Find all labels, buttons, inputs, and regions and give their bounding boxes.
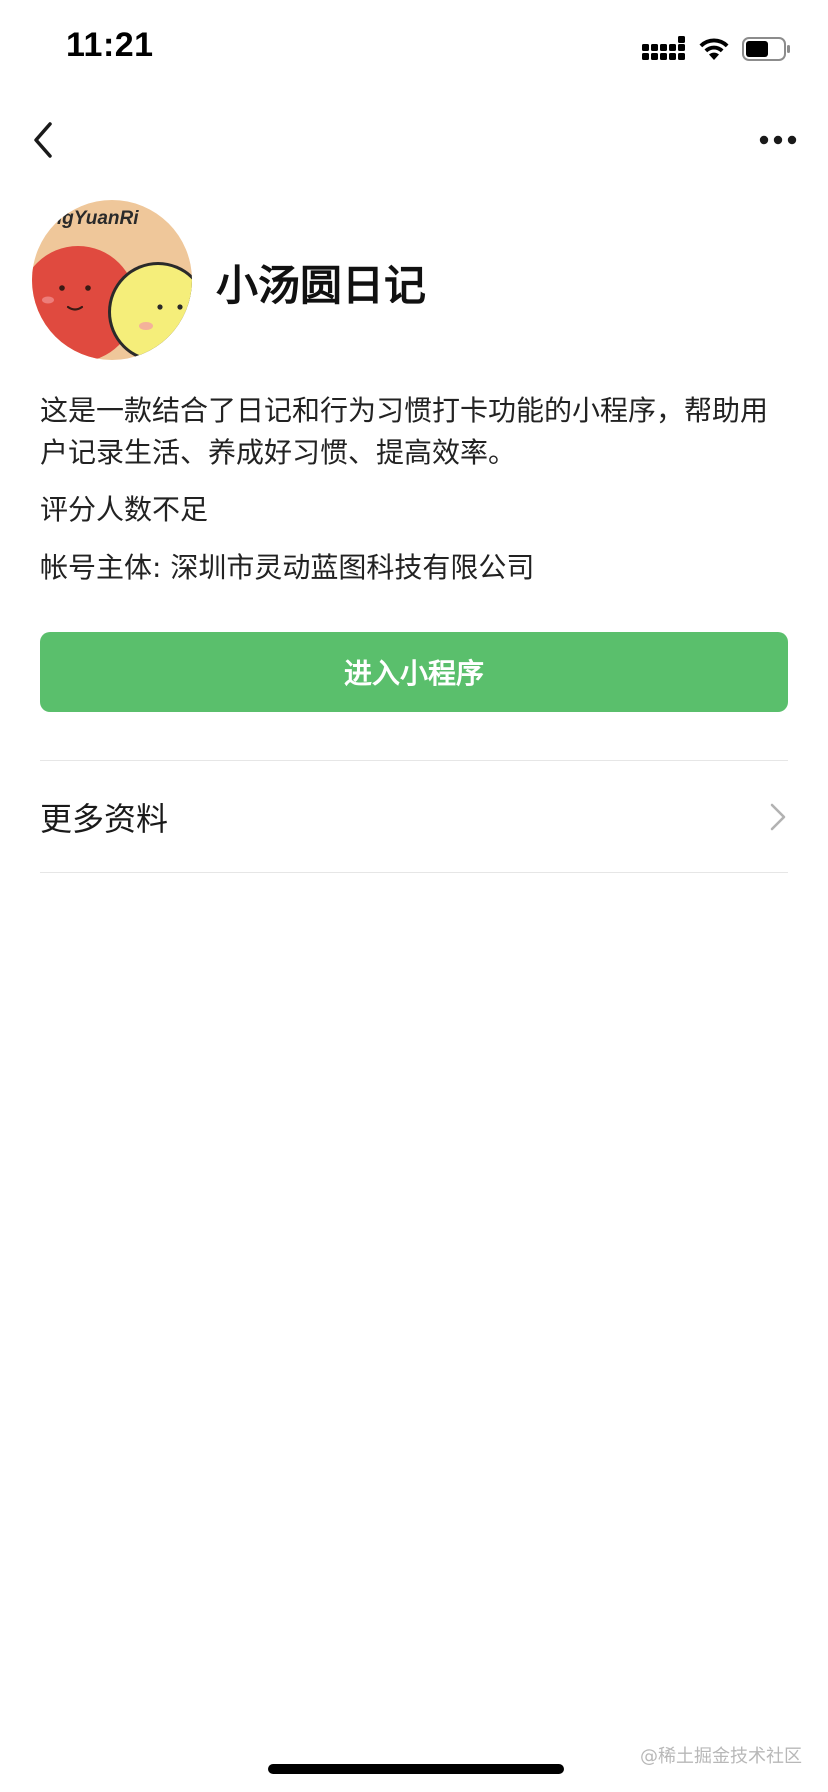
more-dots-icon: [759, 135, 797, 145]
more-options-button[interactable]: [758, 128, 798, 152]
enter-mini-program-button[interactable]: 进入小程序: [40, 632, 788, 712]
avatar-text: YangYuanRi: [32, 208, 139, 229]
account-subject: 帐号主体: 深圳市灵动蓝图科技有限公司: [40, 551, 535, 584]
divider: [40, 872, 788, 873]
navigation-bar: [0, 100, 828, 180]
chevron-left-icon: [34, 122, 52, 158]
home-indicator[interactable]: [268, 1764, 564, 1774]
more-info-row[interactable]: 更多资料: [40, 761, 788, 872]
app-name: 小汤圆日记: [216, 261, 427, 310]
status-icons: [642, 34, 792, 64]
mini-program-profile-screen: 11:21 YangYuanRi 小汤圆日记 这是一款结合了日记和行为习惯打卡功…: [0, 0, 828, 1792]
rating-status: 评分人数不足: [40, 493, 209, 526]
wifi-icon: [699, 38, 729, 60]
watermark: @稀土掘金技术社区: [640, 1746, 802, 1767]
back-button[interactable]: [26, 118, 66, 162]
app-avatar: YangYuanRi: [32, 200, 192, 360]
battery-icon: [742, 37, 790, 61]
chevron-right-icon: [770, 803, 786, 830]
signal-icon: [642, 36, 685, 60]
status-time: 11:21: [66, 26, 154, 64]
more-info-label: 更多资料: [40, 799, 169, 838]
app-description: 这是一款结合了日记和行为习惯打卡功能的小程序，帮助用户记录生活、养成好习惯、提高…: [40, 394, 769, 469]
status-bar: 11:21: [0, 0, 828, 100]
avatar-illustration: YangYuanRi: [32, 200, 192, 360]
